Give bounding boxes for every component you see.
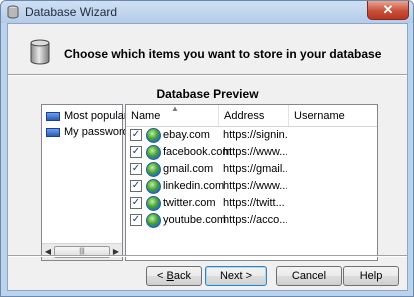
back-button[interactable]: < Back bbox=[146, 266, 202, 286]
row-address: https://twitt... bbox=[223, 197, 285, 209]
category-most-popular[interactable]: Most popular bbox=[44, 108, 128, 124]
row-address: https://www.... bbox=[223, 180, 287, 192]
database-wizard-icon bbox=[7, 5, 19, 19]
table-row[interactable]: ✓ linkedin.com https://www.... bbox=[126, 178, 377, 195]
table-row[interactable]: ✓ youtube.com https://acco... bbox=[126, 212, 377, 229]
database-wizard-window: Database Wizard ✕ Choose which items you… bbox=[0, 0, 414, 297]
title-bar[interactable]: Database Wizard ✕ bbox=[1, 1, 413, 23]
folder-icon bbox=[46, 111, 60, 121]
category-label: Most popular bbox=[64, 110, 128, 122]
folder-icon bbox=[46, 127, 60, 137]
wizard-body: Choose which items you want to store in … bbox=[7, 23, 408, 291]
column-header-username[interactable]: Username bbox=[289, 105, 377, 126]
row-checkbox[interactable]: ✓ bbox=[130, 163, 142, 175]
row-address: https://gmail... bbox=[223, 163, 287, 175]
next-button[interactable]: Next > bbox=[205, 266, 267, 286]
page-title: Choose which items you want to store in … bbox=[64, 47, 382, 61]
row-address: https://acco... bbox=[223, 214, 287, 226]
category-my-passwords[interactable]: My passwords bbox=[44, 124, 134, 140]
column-header-address[interactable]: Address bbox=[219, 105, 289, 126]
table-row[interactable]: ✓ ebay.com https://signin... bbox=[126, 127, 377, 144]
sort-ascending-icon: ▲ bbox=[171, 104, 179, 113]
row-checkbox[interactable]: ✓ bbox=[130, 146, 142, 158]
globe-icon bbox=[146, 145, 161, 160]
row-name: facebook.com bbox=[163, 146, 232, 158]
table-header: ▲ Name Address Username bbox=[126, 105, 377, 127]
globe-icon bbox=[146, 162, 161, 177]
row-checkbox[interactable]: ✓ bbox=[130, 180, 142, 192]
row-name: gmail.com bbox=[163, 163, 214, 175]
footer-divider bbox=[8, 255, 407, 257]
table-row[interactable]: ✓ facebook.com https://www.... bbox=[126, 144, 377, 161]
header-divider bbox=[8, 74, 407, 76]
wizard-header: Choose which items you want to store in … bbox=[8, 24, 407, 76]
row-name: twitter.com bbox=[163, 197, 216, 209]
row-address: https://signin... bbox=[223, 129, 287, 141]
row-checkbox[interactable]: ✓ bbox=[130, 129, 142, 141]
items-table: ▲ Name Address Username ✓ ebay.com https… bbox=[125, 104, 378, 261]
row-address: https://www.... bbox=[223, 146, 287, 158]
globe-icon bbox=[146, 213, 161, 228]
row-name: linkedin.com bbox=[163, 180, 225, 192]
table-row[interactable]: ✓ gmail.com https://gmail... bbox=[126, 161, 377, 178]
row-checkbox[interactable]: ✓ bbox=[130, 197, 142, 209]
row-checkbox[interactable]: ✓ bbox=[130, 214, 142, 226]
window-title: Database Wizard bbox=[25, 5, 118, 19]
row-name: youtube.com bbox=[163, 214, 226, 226]
column-header-name[interactable]: ▲ Name bbox=[126, 105, 219, 126]
globe-icon bbox=[146, 196, 161, 211]
category-list[interactable]: Most popular My passwords ◀ ||| ▶ bbox=[41, 104, 134, 261]
close-button[interactable]: ✕ bbox=[367, 1, 409, 20]
database-cylinder-icon bbox=[30, 39, 50, 65]
category-label: My passwords bbox=[64, 126, 135, 138]
horizontal-scrollbar[interactable]: ◀ ||| ▶ bbox=[42, 243, 122, 260]
cancel-button[interactable]: Cancel bbox=[276, 266, 342, 286]
globe-icon bbox=[146, 128, 161, 143]
preview-title: Database Preview bbox=[156, 87, 259, 101]
globe-icon bbox=[146, 179, 161, 194]
table-row[interactable]: ✓ twitter.com https://twitt... bbox=[126, 195, 377, 212]
row-name: ebay.com bbox=[163, 129, 210, 141]
help-button[interactable]: Help bbox=[343, 266, 399, 286]
